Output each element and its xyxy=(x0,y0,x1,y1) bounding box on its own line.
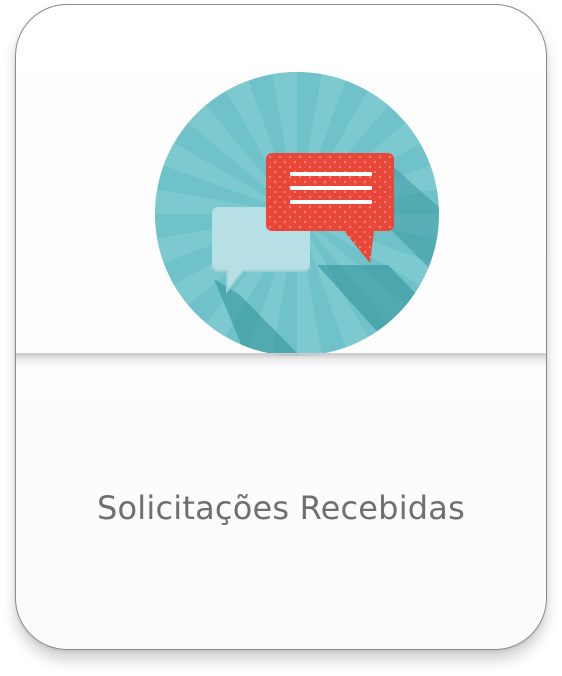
chat-bubbles-icon xyxy=(152,69,442,359)
card-divider-line xyxy=(16,353,546,354)
card-divider xyxy=(16,353,546,367)
card-label: Solicitações Recebidas xyxy=(97,489,465,527)
solicitacoes-recebidas-card[interactable]: Solicitações Recebidas xyxy=(15,4,547,650)
